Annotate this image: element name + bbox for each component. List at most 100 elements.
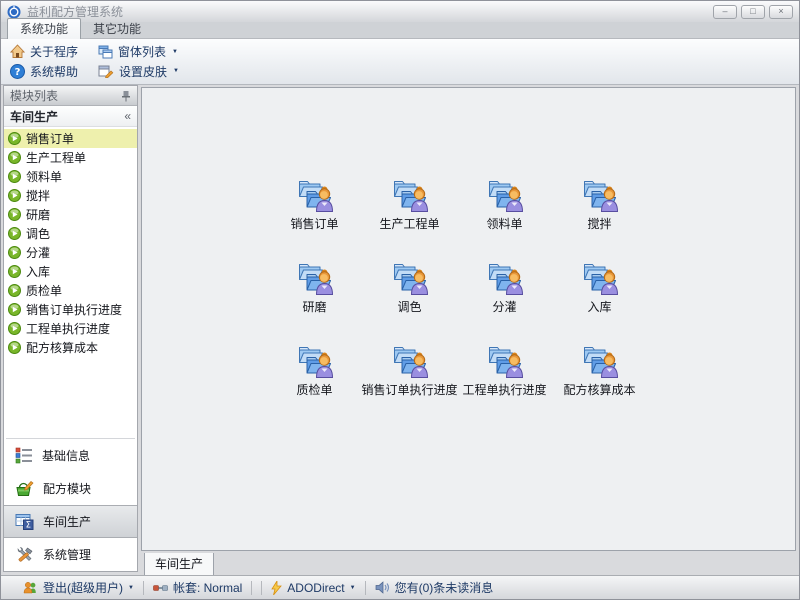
sidebar-group-title: 车间生产 <box>10 108 58 125</box>
sidebar-spacer <box>4 357 137 438</box>
toolbar-button[interactable]: 窗体列表 ▼ <box>95 42 181 61</box>
grid-item[interactable]: 调色 <box>362 255 457 316</box>
sidebar-item[interactable]: 销售订单执行进度 <box>4 300 137 319</box>
status-separator <box>365 581 366 595</box>
green-arrow-icon <box>8 227 21 240</box>
status-separator <box>261 581 262 595</box>
grid-item[interactable]: 销售订单执行进度 <box>362 338 457 399</box>
green-arrow-icon <box>8 151 21 164</box>
grid-item-label: 销售订单 <box>290 215 338 232</box>
grid-item-label: 销售订单执行进度 <box>362 381 458 398</box>
maximize-button[interactable]: □ <box>741 5 765 19</box>
toolbar-row-2: ? 系统帮助 ▼ 设置皮肤 ▼ <box>7 62 793 82</box>
grid-item[interactable]: 生产工程单 <box>362 172 457 233</box>
sidebar-item[interactable]: 生产工程单 <box>4 148 137 167</box>
sidebar-item-label: 领料单 <box>26 168 62 185</box>
connection-button[interactable]: ADODirect ▼ <box>271 581 355 595</box>
toolbar-button[interactable]: ? 系统帮助 ▼ <box>7 62 81 81</box>
green-arrow-icon <box>8 303 21 316</box>
sidebar-item[interactable]: 领料单 <box>4 167 137 186</box>
help-icon: ? <box>10 64 25 79</box>
grid-item[interactable]: 研磨 <box>267 255 362 316</box>
sidebar-item-label: 入库 <box>26 263 50 280</box>
green-arrow-icon <box>8 170 21 183</box>
home-icon <box>10 44 25 59</box>
ribbon-tab[interactable]: 其它功能 <box>81 19 153 39</box>
sidebar-item[interactable]: 调色 <box>4 224 137 243</box>
icon-grid: 销售订单 <box>267 172 647 399</box>
sidebar-item-label: 销售订单 <box>26 130 74 147</box>
grid-item[interactable]: 销售订单 <box>267 172 362 233</box>
svg-text:?: ? <box>15 67 21 78</box>
statusbar: 登出(超级用户) ▼ 帐套: Normal ADODirect ▼ 您有(0)条… <box>1 575 799 599</box>
green-arrow-icon <box>8 246 21 259</box>
folder-user-icon <box>485 255 525 295</box>
toolbar-button[interactable]: 设置皮肤 ▼ <box>95 62 182 81</box>
folder-user-icon <box>295 255 335 295</box>
sidebar-item-label: 分灌 <box>26 244 50 261</box>
grid-item[interactable]: 入库 <box>552 255 647 316</box>
dropdown-caret-icon: ▼ <box>172 49 178 55</box>
windows-icon <box>98 45 113 59</box>
skin-icon <box>98 64 114 78</box>
svg-text:Σ: Σ <box>26 521 31 530</box>
grid-item[interactable]: 配方核算成本 <box>552 338 647 399</box>
users-icon <box>23 581 38 594</box>
lightning-icon <box>271 581 282 595</box>
ribbon-tab[interactable]: 系统功能 <box>7 18 81 39</box>
bottom-tab[interactable]: 车间生产 <box>144 553 214 576</box>
grid-item-label: 质检单 <box>296 381 332 398</box>
minimize-button[interactable]: – <box>713 5 737 19</box>
module-label: 基础信息 <box>42 447 90 464</box>
folder-user-icon <box>390 338 430 378</box>
grid-item-label: 搅拌 <box>587 215 611 232</box>
grid-item[interactable]: 分灌 <box>457 255 552 316</box>
dropdown-caret-icon: ▼ <box>173 68 179 74</box>
module-button[interactable]: 配方模块 <box>4 472 137 505</box>
toolbar: 关于程序 ▼ 窗体列表 ▼ ? 系统帮助 ▼ <box>1 39 799 85</box>
messages-status[interactable]: 您有(0)条未读消息 <box>375 579 494 596</box>
logout-button[interactable]: 登出(超级用户) ▼ <box>23 579 134 596</box>
pin-icon[interactable] <box>121 90 131 102</box>
sidebar-items: 销售订单 生产工程单 领料单 <box>4 127 137 357</box>
sidebar-item-label: 配方核算成本 <box>26 339 98 356</box>
collapse-icon[interactable]: « <box>124 109 131 123</box>
close-button[interactable]: × <box>769 5 793 19</box>
module-button[interactable]: 系统管理 <box>4 538 137 571</box>
grid-item[interactable]: 领料单 <box>457 172 552 233</box>
app-icon[interactable] <box>7 5 21 19</box>
grid-item-label: 分灌 <box>492 298 516 315</box>
sidebar-item-label: 搅拌 <box>26 187 50 204</box>
folder-user-icon <box>390 172 430 212</box>
sidebar-item[interactable]: 配方核算成本 <box>4 338 137 357</box>
module-button[interactable]: 基础信息 <box>4 439 137 472</box>
grid-item-label: 生产工程单 <box>379 215 439 232</box>
sidebar-item[interactable]: 研磨 <box>4 205 137 224</box>
sidebar: 模块列表 车间生产 « 销售订单 <box>3 85 138 572</box>
sidebar-item-label: 工程单执行进度 <box>26 320 110 337</box>
sidebar-item[interactable]: 入库 <box>4 262 137 281</box>
grid-item-label: 调色 <box>397 298 421 315</box>
grid-item[interactable]: 工程单执行进度 <box>457 338 552 399</box>
sidebar-header: 模块列表 <box>4 86 137 106</box>
grid-item[interactable]: 搅拌 <box>552 172 647 233</box>
green-arrow-icon <box>8 341 21 354</box>
table-sigma-icon: Σ <box>15 513 34 530</box>
ribbon-tabs: 系统功能 其它功能 <box>1 22 799 39</box>
module-button[interactable]: Σ 车间生产 <box>4 505 137 538</box>
sidebar-item[interactable]: 搅拌 <box>4 186 137 205</box>
module-label: 配方模块 <box>43 480 91 497</box>
grid-item-label: 配方核算成本 <box>563 381 635 398</box>
sidebar-item[interactable]: 销售订单 <box>4 129 137 148</box>
sidebar-item[interactable]: 质检单 <box>4 281 137 300</box>
green-arrow-icon <box>8 132 21 145</box>
folder-user-icon <box>295 338 335 378</box>
grid-item[interactable]: 质检单 <box>267 338 362 399</box>
toolbar-button[interactable]: 关于程序 ▼ <box>7 42 81 61</box>
sidebar-item-label: 销售订单执行进度 <box>26 301 122 318</box>
speaker-icon <box>375 581 390 594</box>
list-icon <box>15 447 33 464</box>
sidebar-modules: 基础信息 配方模块 Σ 车间生产 系统管理 <box>4 439 137 571</box>
sidebar-item[interactable]: 分灌 <box>4 243 137 262</box>
sidebar-item[interactable]: 工程单执行进度 <box>4 319 137 338</box>
